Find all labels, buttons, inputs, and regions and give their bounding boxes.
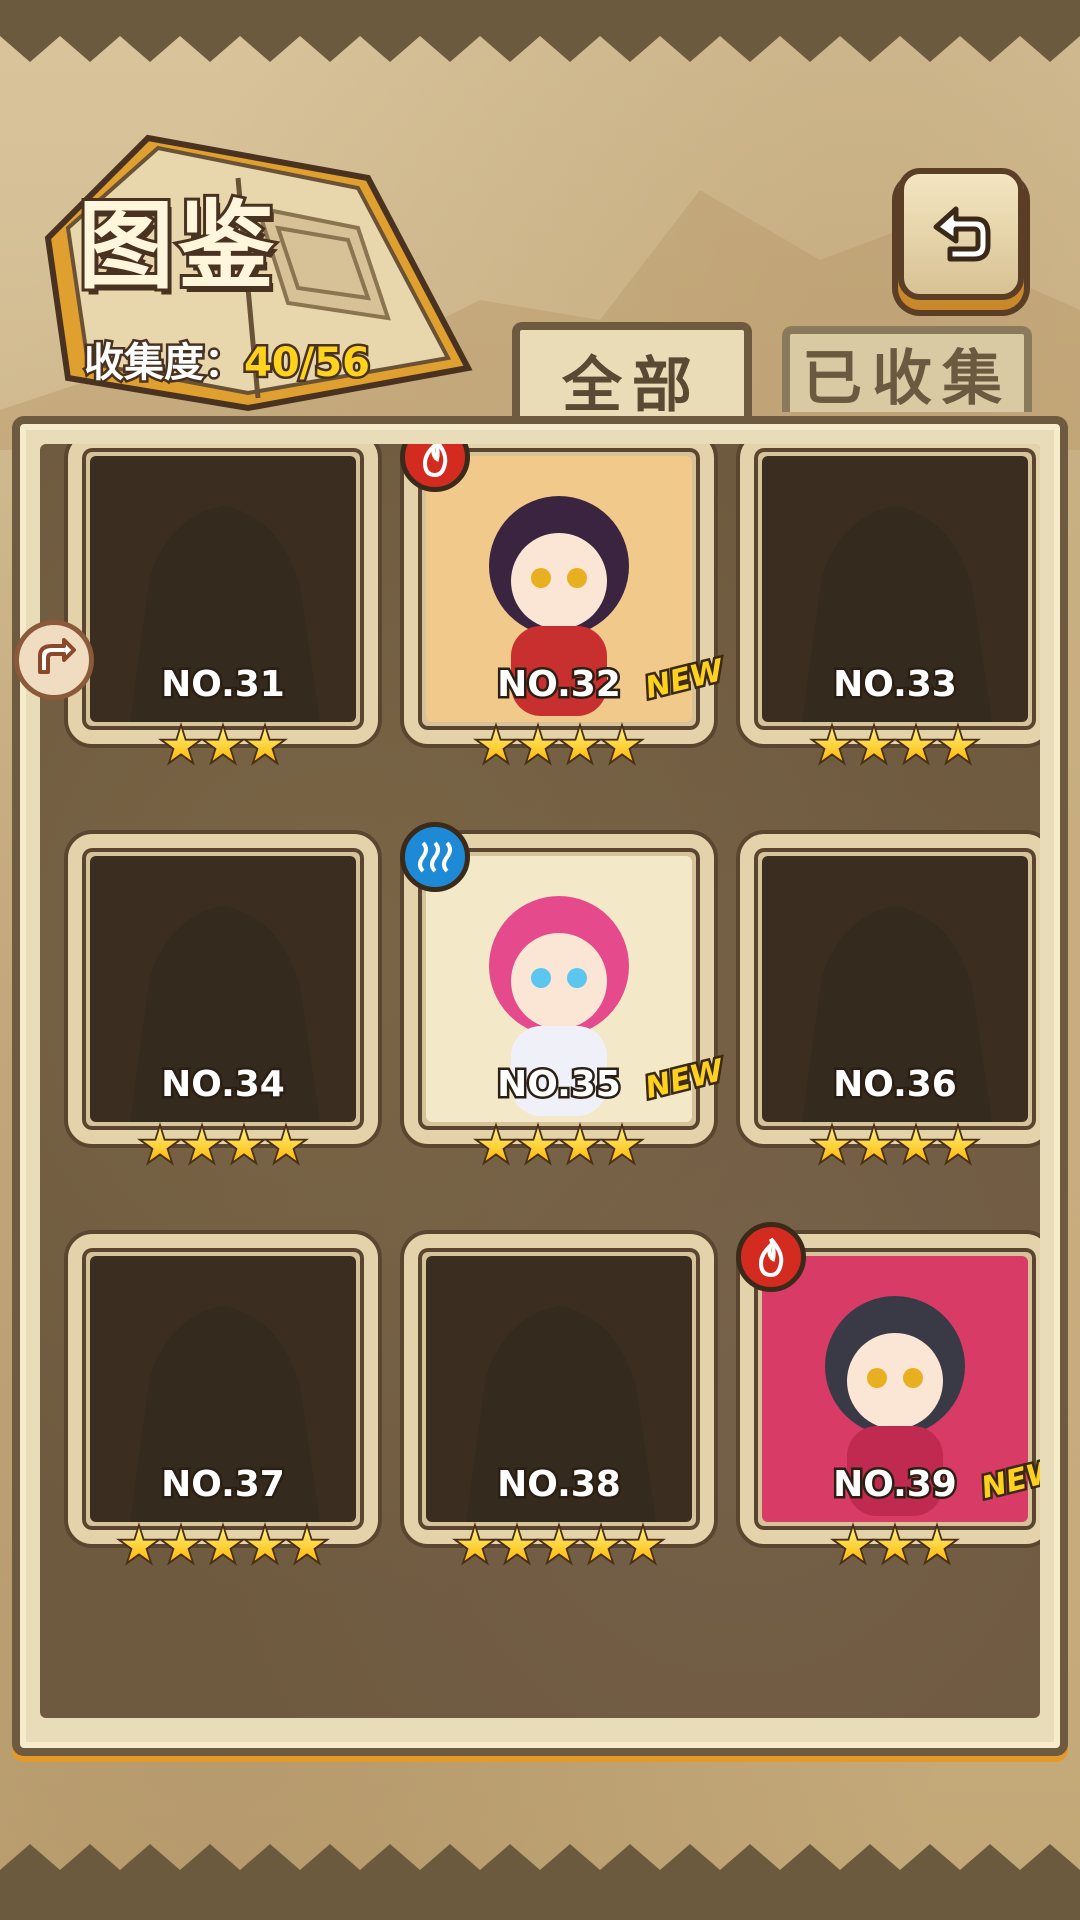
star-icon — [262, 1122, 310, 1170]
monster-card[interactable]: NO.35 NEW — [400, 822, 730, 1174]
star-icon — [808, 1122, 856, 1170]
star-icon — [934, 1122, 982, 1170]
star-icon — [283, 1522, 331, 1570]
back-arrow-icon — [933, 206, 991, 262]
top-zigzag-border — [0, 0, 1080, 62]
star-rating — [404, 1522, 714, 1570]
star-icon — [115, 1522, 163, 1570]
star-icon — [934, 722, 982, 770]
star-icon — [535, 1522, 583, 1570]
star-icon — [514, 1122, 562, 1170]
star-rating — [68, 722, 378, 770]
star-rating — [68, 1122, 378, 1170]
star-icon — [850, 1122, 898, 1170]
star-icon — [808, 722, 856, 770]
card-number: NO.33 — [831, 662, 960, 708]
monster-card[interactable]: NO.39 NEW — [736, 1222, 1040, 1574]
star-rating — [740, 1122, 1040, 1170]
star-icon — [913, 1522, 961, 1570]
star-icon — [178, 1122, 226, 1170]
star-icon — [598, 1122, 646, 1170]
star-icon — [157, 722, 205, 770]
monster-card[interactable]: NO.34 — [68, 834, 378, 1174]
star-icon — [451, 1522, 499, 1570]
star-icon — [556, 722, 604, 770]
star-icon — [472, 1122, 520, 1170]
star-icon — [892, 722, 940, 770]
fire-element-icon — [736, 1222, 806, 1292]
star-rating — [68, 1522, 378, 1570]
star-icon — [493, 1522, 541, 1570]
star-icon — [892, 1122, 940, 1170]
star-icon — [850, 722, 898, 770]
star-icon — [220, 1122, 268, 1170]
star-icon — [472, 722, 520, 770]
star-icon — [241, 1522, 289, 1570]
star-icon — [199, 722, 247, 770]
star-rating — [740, 722, 1040, 770]
collection-panel: NO.31 NO.32 NEW NO.33 NO.34 NO.35 NEW NO.36 NO.3… — [12, 416, 1068, 1756]
card-scroll-area[interactable]: NO.31 NO.32 NEW NO.33 NO.34 NO.35 NEW NO.36 NO.3… — [40, 444, 1040, 1718]
card-number: NO.31 — [159, 662, 288, 708]
star-icon — [514, 722, 562, 770]
progress-value: 40/56 — [242, 338, 373, 389]
side-nav-button[interactable] — [14, 620, 94, 700]
card-number: NO.36 — [831, 1062, 960, 1108]
water-element-icon — [400, 822, 470, 892]
page-title: 图鉴 — [75, 187, 278, 305]
tab-collected[interactable]: 已收集 — [782, 326, 1032, 414]
monster-card[interactable]: NO.31 — [68, 444, 378, 774]
monster-card[interactable]: NO.37 — [68, 1234, 378, 1574]
star-icon — [871, 1522, 919, 1570]
star-icon — [556, 1122, 604, 1170]
star-icon — [136, 1122, 184, 1170]
star-icon — [577, 1522, 625, 1570]
star-rating — [404, 722, 714, 770]
monster-card[interactable]: NO.36 — [740, 834, 1040, 1174]
star-icon — [598, 722, 646, 770]
card-grid: NO.31 NO.32 NEW NO.33 NO.34 NO.35 NEW NO.36 NO.3… — [40, 444, 1040, 1704]
star-icon — [829, 1522, 877, 1570]
side-arrow-icon — [38, 638, 76, 674]
star-icon — [241, 722, 289, 770]
star-rating — [404, 1122, 714, 1170]
back-button[interactable] — [898, 168, 1024, 300]
star-rating — [740, 1522, 1040, 1570]
card-number: NO.37 — [159, 1462, 288, 1508]
bottom-zigzag-border — [0, 1844, 1080, 1920]
star-icon — [157, 1522, 205, 1570]
star-icon — [619, 1522, 667, 1570]
monster-card[interactable]: NO.33 — [740, 444, 1040, 774]
card-number: NO.34 — [159, 1062, 288, 1108]
star-icon — [199, 1522, 247, 1570]
collection-progress: 收集度：40/56 — [82, 330, 373, 389]
progress-label: 收集度： — [82, 338, 247, 389]
monster-card[interactable]: NO.38 — [404, 1234, 714, 1574]
card-number: NO.38 — [495, 1462, 624, 1508]
tab-all[interactable]: 全部 — [512, 322, 752, 430]
monster-card[interactable]: NO.32 NEW — [400, 444, 730, 774]
